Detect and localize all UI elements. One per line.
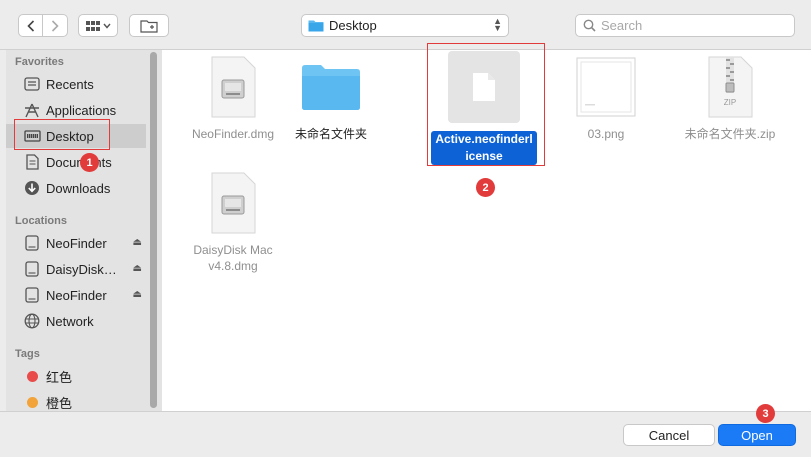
file-item[interactable]: 未命名文件夹 <box>276 56 386 142</box>
file-name: 03.png <box>587 127 625 141</box>
folder-icon <box>276 56 386 118</box>
file-name: 未命名文件夹.zip <box>684 127 776 141</box>
sidebar-item-neofinder-2[interactable]: NeoFinder ⏏ <box>6 283 146 307</box>
annotation-badge-2: 2 <box>476 178 495 197</box>
open-button[interactable]: Open <box>718 424 796 446</box>
dmg-file-icon <box>178 56 288 118</box>
annotation-badge-1: 1 <box>80 153 99 172</box>
scrollbar-thumb[interactable] <box>150 52 157 408</box>
eject-icon[interactable]: ⏏ <box>133 263 142 274</box>
file-item[interactable]: NeoFinder.dmg <box>178 56 288 142</box>
drive-icon <box>23 261 41 277</box>
sidebar-item-tag-red[interactable]: 红色 <box>6 364 146 388</box>
sidebar-item-label: 橙色 <box>46 395 73 411</box>
dmg-file-icon <box>178 172 288 234</box>
sidebar-item-neofinder[interactable]: NeoFinder ⏏ <box>6 231 146 255</box>
annotation-badge-3: 3 <box>756 404 775 423</box>
file-name: NeoFinder.dmg <box>191 127 275 141</box>
chevron-left-icon <box>26 19 34 32</box>
annotation-highlight-desktop <box>14 119 110 150</box>
image-file-icon <box>551 56 661 118</box>
file-name: 未命名文件夹 <box>294 127 367 141</box>
download-icon <box>23 180 41 196</box>
dialog-footer: Cancel Open <box>0 411 811 457</box>
location-popup[interactable]: Desktop ▲ ▼ <box>301 14 509 37</box>
clock-icon <box>23 76 41 92</box>
sidebar-item-label: Applications <box>46 102 117 118</box>
sidebar-item-label: 红色 <box>46 369 73 385</box>
toolbar: Desktop ▲ ▼ <box>0 0 811 50</box>
grid-view-icon <box>86 20 111 31</box>
sidebar-item-label: NeoFinder <box>46 235 107 251</box>
sidebar-scrollbar[interactable] <box>150 52 157 408</box>
sidebar-item-label: Recents <box>46 76 94 92</box>
eject-icon[interactable]: ⏏ <box>133 289 142 300</box>
folder-icon <box>308 20 324 32</box>
drive-icon <box>23 287 41 303</box>
eject-icon[interactable]: ⏏ <box>133 237 142 248</box>
globe-icon <box>23 313 41 329</box>
sidebar-item-label: Downloads <box>46 180 111 196</box>
sidebar-item-recents[interactable]: Recents <box>6 72 146 96</box>
drive-icon <box>23 235 41 251</box>
up-down-chevron-icon: ▲ ▼ <box>493 16 502 33</box>
file-item[interactable]: DaisyDisk Mac v4.8.dmg <box>178 172 288 274</box>
forward-button[interactable] <box>43 14 68 37</box>
cancel-button[interactable]: Cancel <box>623 424 715 446</box>
file-item[interactable]: 03.png <box>551 56 661 142</box>
sidebar: Favorites Recents Applications Desktop D… <box>6 50 162 411</box>
sidebar-item-label: Network <box>46 313 94 329</box>
search-field[interactable] <box>575 14 795 37</box>
sidebar-item-documents[interactable]: Documents <box>6 150 146 174</box>
search-input[interactable] <box>601 18 781 33</box>
sidebar-item-daisydisk[interactable]: DaisyDisk… ⏏ <box>6 257 146 281</box>
new-folder-icon <box>140 19 158 33</box>
sidebar-item-label: DaisyDisk… <box>46 261 117 277</box>
chevron-right-icon <box>51 19 59 32</box>
search-icon <box>583 19 596 32</box>
file-name: DaisyDisk Mac v4.8.dmg <box>193 243 273 273</box>
document-icon <box>23 154 41 170</box>
sidebar-item-network[interactable]: Network <box>6 309 146 333</box>
tag-dot-icon <box>23 394 41 410</box>
applications-icon <box>23 102 41 118</box>
back-button[interactable] <box>18 14 43 37</box>
view-mode-button[interactable] <box>78 14 118 37</box>
tag-dot-icon <box>23 368 41 384</box>
annotation-highlight-file <box>427 43 545 166</box>
sidebar-header-tags: Tags <box>15 348 40 360</box>
zip-file-icon: ZIP <box>675 56 785 118</box>
new-folder-button[interactable] <box>129 14 169 37</box>
sidebar-item-label: NeoFinder <box>46 287 107 303</box>
location-label: Desktop <box>329 18 377 33</box>
sidebar-header-favorites: Favorites <box>15 56 64 68</box>
sidebar-item-downloads[interactable]: Downloads <box>6 176 146 200</box>
sidebar-item-label: Documents <box>46 154 112 170</box>
sidebar-item-tag-orange[interactable]: 橙色 <box>6 390 146 411</box>
file-item[interactable]: ZIP 未命名文件夹.zip <box>675 56 785 142</box>
sidebar-header-locations: Locations <box>15 215 67 227</box>
zip-badge: ZIP <box>723 98 737 107</box>
